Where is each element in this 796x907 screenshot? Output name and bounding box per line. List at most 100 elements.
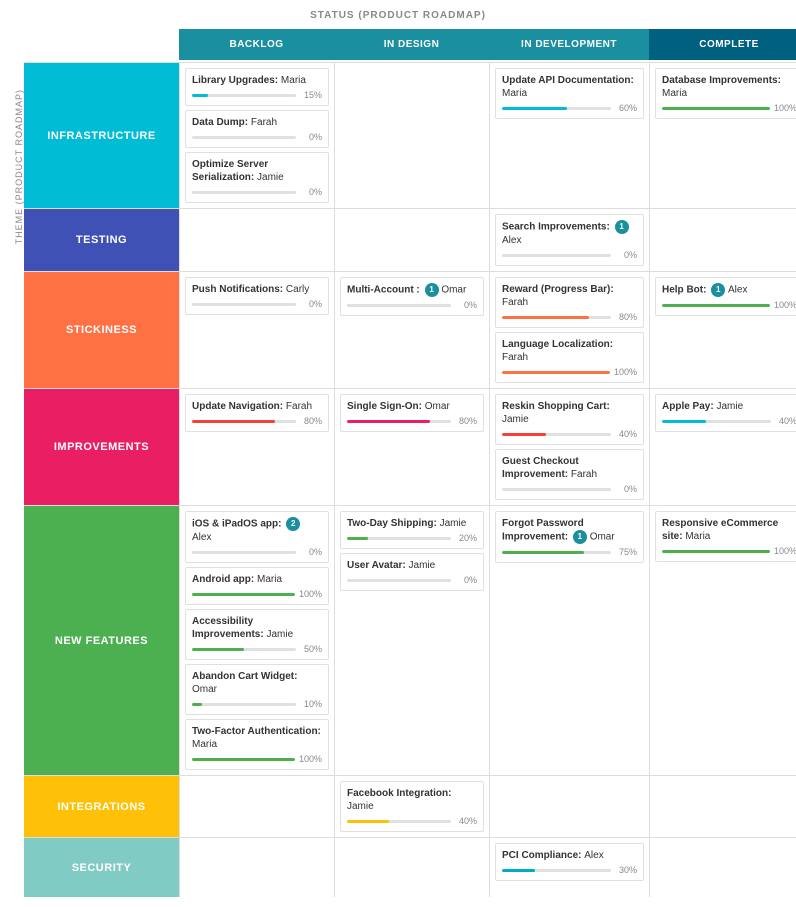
progress-label: 0%: [300, 547, 322, 557]
cell-complete-improvements: Apple Pay: Jamie40%: [649, 389, 796, 505]
progress-track: [192, 94, 296, 97]
task-card[interactable]: Library Upgrades: Maria15%: [185, 68, 329, 106]
card-title: Update Navigation: Farah: [192, 400, 322, 413]
progress-fill: [662, 420, 706, 423]
progress-label: 20%: [455, 533, 477, 543]
cell-in-design-stickiness: Multi-Account : 1 Omar0%: [334, 272, 489, 388]
task-card[interactable]: Forgot Password Improvement: 1 Omar75%: [495, 511, 644, 563]
progress-label: 0%: [300, 187, 322, 197]
progress-bar-wrapper: 100%: [192, 754, 322, 764]
cell-in-design-improvements: Single Sign-On: Omar80%: [334, 389, 489, 505]
progress-track: [502, 869, 611, 872]
row-security: SECURITY PCI Compliance: Alex 30%: [24, 837, 796, 897]
column-headers: BACKLOG IN DESIGN IN DEVELOPMENT COMPLET…: [24, 29, 796, 60]
row-integrations: INTEGRATIONSFacebook Integration: Jamie4…: [24, 775, 796, 837]
task-card[interactable]: Update API Documentation: Maria60%: [495, 68, 644, 119]
badge-icon: 2: [286, 517, 300, 531]
task-card[interactable]: User Avatar: Jamie0%: [340, 553, 484, 591]
progress-bar-wrapper: 30%: [502, 865, 637, 875]
task-card[interactable]: Abandon Cart Widget: Omar10%: [185, 664, 329, 715]
task-card[interactable]: Optimize Server Serialization: Jamie0%: [185, 152, 329, 203]
progress-bar-wrapper: 0%: [347, 575, 477, 585]
progress-fill: [502, 371, 610, 374]
table-wrapper: BACKLOG IN DESIGN IN DEVELOPMENT COMPLET…: [24, 29, 796, 897]
task-card[interactable]: Data Dump: Farah0%: [185, 110, 329, 148]
progress-bar-wrapper: 20%: [347, 533, 477, 543]
task-card[interactable]: Search Improvements: 1 Alex0%: [495, 214, 644, 266]
progress-label: 100%: [774, 300, 796, 310]
task-card[interactable]: Reward (Progress Bar): Farah80%: [495, 277, 644, 328]
task-card[interactable]: Facebook Integration: Jamie40%: [340, 781, 484, 832]
progress-label: 100%: [774, 546, 796, 556]
progress-bar-wrapper: 80%: [192, 416, 322, 426]
task-card[interactable]: PCI Compliance: Alex 30%: [495, 843, 644, 881]
badge-icon: 1: [425, 283, 439, 297]
badge-icon: 1: [615, 220, 629, 234]
card-title: PCI Compliance: Alex: [502, 849, 637, 862]
task-card[interactable]: Two-Day Shipping: Jamie 20%: [340, 511, 484, 549]
progress-label: 100%: [614, 367, 637, 377]
progress-fill: [347, 820, 389, 823]
cell-in-dev-infrastructure: Update API Documentation: Maria60%: [489, 63, 649, 208]
task-card[interactable]: Responsive eCommerce site: Maria100%: [655, 511, 796, 562]
card-title: iOS & iPadOS app: 2 Alex: [192, 517, 322, 544]
progress-track: [502, 107, 611, 110]
card-title: Forgot Password Improvement: 1 Omar: [502, 517, 637, 544]
task-card[interactable]: Update Navigation: Farah 80%: [185, 394, 329, 432]
card-title: Two-Day Shipping: Jamie: [347, 517, 477, 530]
progress-track: [502, 371, 610, 374]
cell-complete-new-features: Responsive eCommerce site: Maria100%: [649, 506, 796, 775]
progress-track: [502, 433, 611, 436]
cell-in-design-testing: [334, 209, 489, 271]
progress-track: [192, 648, 296, 651]
progress-track: [192, 593, 295, 596]
page-wrapper: STATUS (PRODUCT ROADMAP) THEME (PRODUCT …: [0, 0, 796, 907]
card-title: Facebook Integration: Jamie: [347, 787, 477, 813]
progress-track: [347, 537, 451, 540]
row-improvements: IMPROVEMENTSUpdate Navigation: Farah80%S…: [24, 388, 796, 505]
row-label-security: SECURITY: [24, 838, 179, 897]
progress-track: [192, 136, 296, 139]
task-card[interactable]: Two-Factor Authentication: Maria 100%: [185, 719, 329, 770]
progress-fill: [502, 551, 584, 554]
progress-track: [347, 420, 451, 423]
cell-backlog-improvements: Update Navigation: Farah 80%: [179, 389, 334, 505]
progress-fill: [192, 648, 244, 651]
header-backlog: BACKLOG: [179, 29, 334, 60]
progress-track: [347, 820, 451, 823]
progress-label: 0%: [455, 300, 477, 310]
cell-in-dev-integrations: [489, 776, 649, 837]
task-card[interactable]: Apple Pay: Jamie40%: [655, 394, 796, 432]
progress-bar-wrapper: 100%: [662, 103, 796, 113]
progress-fill: [192, 420, 275, 423]
task-card[interactable]: Push Notifications: Carly0%: [185, 277, 329, 315]
cell-backlog-new-features: iOS & iPadOS app: 2 Alex 0% Android app: M…: [179, 506, 334, 775]
task-card[interactable]: Android app: Maria100%: [185, 567, 329, 605]
progress-label: 40%: [775, 416, 796, 426]
progress-label: 0%: [300, 132, 322, 142]
card-title: Two-Factor Authentication: Maria: [192, 725, 322, 751]
header-in-dev: IN DEVELOPMENT: [489, 29, 649, 60]
row-label-stickiness: STICKINESS: [24, 272, 179, 388]
task-card[interactable]: Multi-Account : 1 Omar0%: [340, 277, 484, 316]
task-card[interactable]: Guest Checkout Improvement: Farah0%: [495, 449, 644, 500]
progress-track: [192, 703, 296, 706]
progress-fill: [192, 703, 202, 706]
progress-fill: [347, 420, 430, 423]
progress-bar-wrapper: 100%: [662, 300, 796, 310]
progress-label: 100%: [299, 754, 322, 764]
task-card[interactable]: Database Improvements: Maria100%: [655, 68, 796, 119]
card-title: Abandon Cart Widget: Omar: [192, 670, 322, 696]
task-card[interactable]: Accessibility Improvements: Jamie50%: [185, 609, 329, 660]
task-card[interactable]: Help Bot: 1 Alex100%: [655, 277, 796, 316]
progress-track: [192, 551, 296, 554]
task-card[interactable]: iOS & iPadOS app: 2 Alex 0%: [185, 511, 329, 563]
progress-bar-wrapper: 0%: [347, 300, 477, 310]
progress-label: 60%: [615, 103, 637, 113]
cell-in-design-integrations: Facebook Integration: Jamie40%: [334, 776, 489, 837]
task-card[interactable]: Language Localization: Farah100%: [495, 332, 644, 383]
task-card[interactable]: Reskin Shopping Cart: Jamie40%: [495, 394, 644, 445]
cell-in-dev-stickiness: Reward (Progress Bar): Farah80%Language …: [489, 272, 649, 388]
main-layout: THEME (PRODUCT ROADMAP) BACKLOG IN DESIG…: [10, 29, 786, 897]
task-card[interactable]: Single Sign-On: Omar80%: [340, 394, 484, 432]
